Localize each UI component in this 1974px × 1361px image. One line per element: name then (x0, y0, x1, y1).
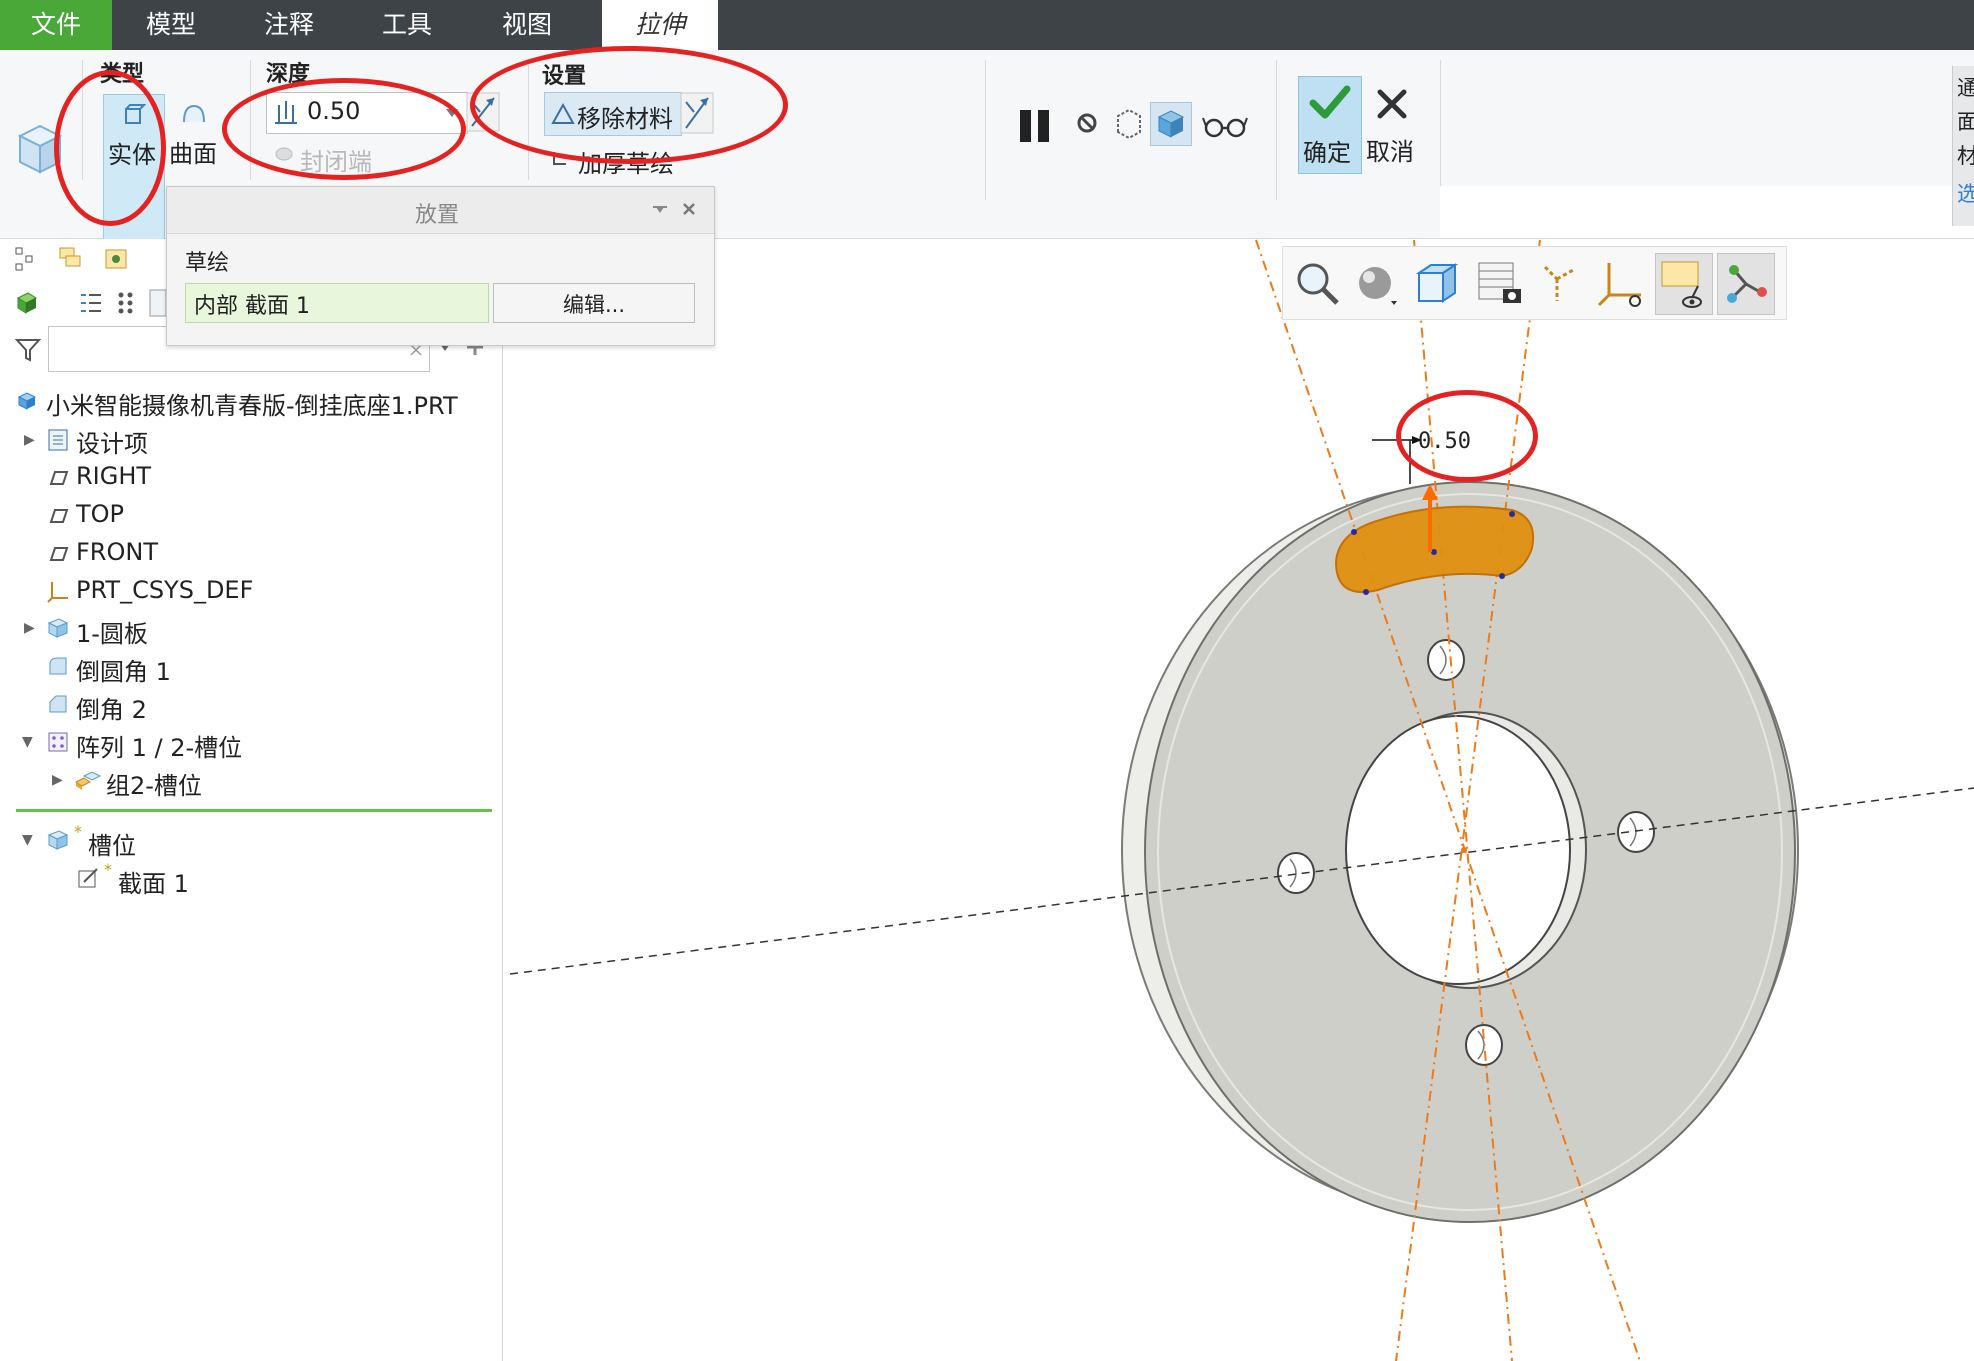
section-collector[interactable]: 内部 截面 1 (185, 283, 489, 323)
coordinate-system-icon (47, 582, 68, 603)
graphics-viewport[interactable]: 0.50 (503, 239, 1974, 1361)
tree-item[interactable]: 槽位 (88, 826, 136, 861)
close-icon (1377, 89, 1407, 119)
datum-display-icon[interactable] (1535, 257, 1587, 309)
expand-arrow-icon[interactable]: ▶ (24, 620, 35, 636)
design-items-icon (48, 429, 68, 451)
expand-arrow-icon[interactable]: ▶ (24, 432, 35, 448)
collapse-arrow-icon[interactable]: ▼ (22, 734, 33, 750)
tree-item[interactable]: 组2-槽位 (106, 766, 202, 801)
surface-button[interactable]: 曲面 (168, 94, 224, 184)
tree-root-part[interactable]: 小米智能摄像机青春版-倒挂底座1.PRT (46, 386, 458, 421)
datum-plane-icon (49, 509, 69, 523)
show-part-icon[interactable] (14, 290, 40, 316)
surface-icon (183, 104, 205, 123)
tree-item[interactable]: PRT_CSYS_DEF (76, 576, 253, 604)
menu-tools[interactable]: 工具 (348, 0, 466, 50)
filter-icon[interactable] (14, 336, 42, 364)
collapse-arrow-icon[interactable]: ▼ (22, 832, 33, 848)
tree-item[interactable]: FRONT (76, 538, 158, 566)
ok-button[interactable]: 确定 (1298, 76, 1362, 174)
feature-preview-button[interactable] (1150, 102, 1192, 146)
no-preview-icon[interactable] (1074, 110, 1100, 136)
model-tree-tab-icon[interactable] (14, 246, 36, 272)
menu-view[interactable]: 视图 (466, 0, 588, 50)
extrude-feature-icon (47, 618, 69, 638)
tree-item[interactable]: TOP (76, 500, 124, 528)
tree-columns-icon[interactable] (116, 290, 138, 316)
annotation-circle-depth (222, 78, 466, 180)
tree-item[interactable]: 阵列 1 / 2-槽位 (76, 728, 242, 763)
sketch-icon (78, 868, 98, 888)
center-bore[interactable] (1345, 715, 1571, 985)
spin-center-icon (1727, 265, 1767, 303)
new-feature-star-icon: * (74, 822, 82, 841)
insert-indicator[interactable] (16, 809, 492, 812)
round-feature-icon (49, 657, 67, 675)
view-manager-icon[interactable] (1473, 257, 1525, 309)
annotation-display-button[interactable] (1655, 253, 1713, 315)
saved-orientations-icon[interactable] (1411, 257, 1463, 309)
checkmark-icon (1309, 85, 1351, 119)
zoom-icon[interactable] (1291, 257, 1343, 309)
menu-file[interactable]: 文件 (0, 0, 112, 50)
right-collapsed-panel[interactable]: 通 面 材 选 (1952, 66, 1974, 226)
sketch-section-label: 草绘 (185, 251, 230, 276)
tree-settings-icon[interactable] (78, 290, 104, 316)
group-icon (75, 771, 102, 790)
tree-item[interactable]: RIGHT (76, 462, 151, 490)
display-style-icon[interactable] (1349, 257, 1401, 309)
pattern-icon (48, 732, 68, 752)
ok-label: 确定 (1303, 139, 1351, 167)
menu-model[interactable]: 模型 (112, 0, 230, 50)
tree-item[interactable]: 设计项 (76, 424, 148, 459)
view-toolbar (1282, 246, 1787, 320)
feature-preview-icon (1157, 110, 1185, 138)
right-panel-char-2: 面 (1957, 110, 1974, 134)
center-point (1461, 847, 1467, 853)
annotation-circle-type (54, 70, 166, 226)
new-feature-star-icon: * (104, 860, 112, 879)
csys-display-icon[interactable] (1595, 257, 1647, 309)
menu-bar: 文件 模型 注释 工具 视图 拉伸 (0, 0, 1974, 50)
placement-panel-title: 放置 (415, 203, 460, 228)
cancel-label: 取消 (1366, 138, 1414, 166)
right-panel-char-4[interactable]: 选 (1957, 178, 1974, 208)
close-icon[interactable] (681, 201, 697, 217)
ribbon-lower-strip (1440, 186, 1974, 238)
tree-item[interactable]: 截面 1 (118, 864, 189, 899)
expand-arrow-icon[interactable]: ▶ (52, 772, 63, 788)
annotation-display-icon (1661, 261, 1702, 308)
right-panel-char-1: 通 (1957, 76, 1974, 100)
part-icon (17, 392, 37, 410)
tree-filter-menu-icon[interactable] (148, 288, 168, 318)
annotation-circle-settings (470, 46, 788, 164)
tree-item[interactable]: 倒角 2 (76, 690, 147, 725)
datum-plane-icon (49, 471, 69, 485)
datum-plane-icon (49, 547, 69, 561)
section-collector-value: 内部 截面 1 (194, 294, 310, 319)
verify-glasses-icon[interactable] (1202, 114, 1248, 140)
pause-icon[interactable] (1016, 106, 1056, 146)
pin-icon[interactable] (651, 201, 669, 219)
annotation-circle-dimension (1396, 390, 1538, 482)
tab-extrude[interactable]: 拉伸 (602, 0, 718, 50)
tree-item[interactable]: 倒圆角 1 (76, 652, 171, 687)
extrude-feature-icon (47, 830, 69, 850)
chamfer-feature-icon (49, 695, 67, 713)
cancel-button[interactable]: 取消 (1362, 76, 1424, 172)
right-panel-char-3: 材 (1957, 144, 1974, 168)
menu-annotate[interactable]: 注释 (230, 0, 348, 50)
surface-label: 曲面 (169, 140, 217, 168)
placement-panel-header: 放置 (167, 187, 714, 234)
spin-center-button[interactable] (1717, 253, 1775, 315)
tree-item[interactable]: 1-圆板 (76, 614, 148, 649)
layer-tree-tab-icon[interactable] (56, 244, 84, 272)
geometry-preview-icon[interactable] (1112, 106, 1146, 140)
favorites-tab-icon[interactable] (102, 244, 130, 272)
